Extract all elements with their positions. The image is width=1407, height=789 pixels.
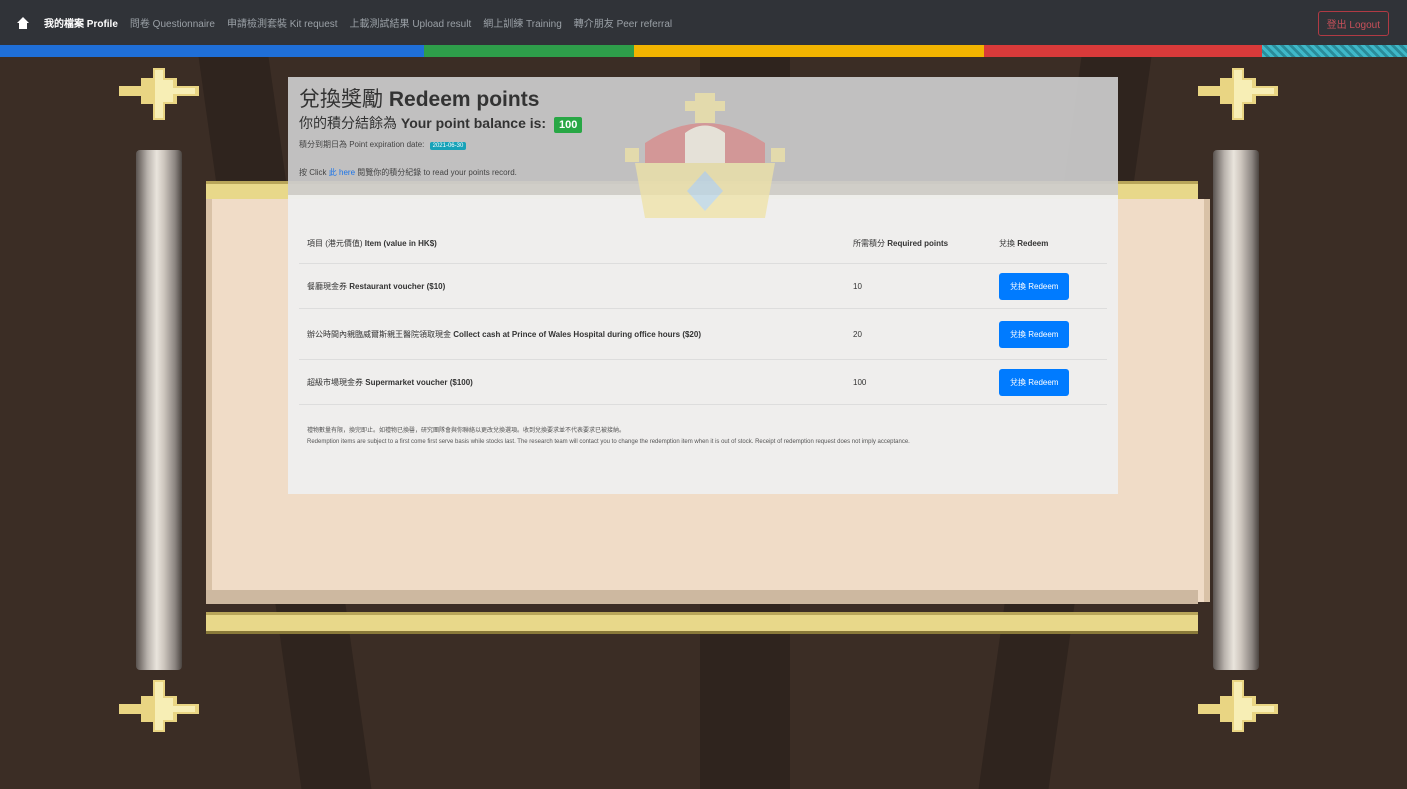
item-cell: 超級市場現金券 Supermarket voucher ($100) bbox=[299, 359, 845, 405]
redeem-table: 項目 (港元價值) Item (value in HK$) 所需積分 Requi… bbox=[299, 223, 1107, 405]
redeem-panel: 兌換獎勵 Redeem points 你的積分結餘為 Your point ba… bbox=[288, 77, 1118, 494]
redemption-notes: 禮物數量有限，換完即止。如禮物已換罄，研究團隊會與你聯絡以更改兌換選項。收到兌換… bbox=[307, 426, 1107, 448]
points-cell: 10 bbox=[845, 263, 991, 309]
points-cell: 20 bbox=[845, 308, 991, 360]
stripe-red bbox=[984, 45, 1262, 57]
header-points-en: Required points bbox=[887, 238, 949, 248]
table-row: 餐廳現金券 Restaurant voucher ($10) 10 兌換 Red… bbox=[299, 263, 1107, 309]
left-scroll-pillar bbox=[128, 120, 190, 700]
item-zh: 餐廳現金券 bbox=[307, 281, 347, 291]
scroll-bottom-rod bbox=[206, 612, 1198, 634]
points-record-link[interactable]: 此 here bbox=[329, 168, 355, 177]
notes-zh: 禮物數量有限，換完即止。如禮物已換罄，研究團隊會與你聯絡以更改兌換選項。收到兌換… bbox=[307, 428, 626, 434]
nav-item-peer-referral[interactable]: 轉介朋友 Peer referral bbox=[574, 15, 672, 30]
table-row: 辦公時間內親臨威爾斯親王醫院領取現金 Collect cash at Princ… bbox=[299, 308, 1107, 360]
points-record-line: 按 Click 此 here 閱覽你的積分紀錄 to read your poi… bbox=[299, 167, 517, 178]
title-zh: 兌換獎勵 bbox=[299, 88, 383, 111]
balance-label-en: Your point balance is: bbox=[400, 115, 547, 131]
table-row: 超級市場現金券 Supermarket voucher ($100) 100 兌… bbox=[299, 359, 1107, 405]
header-item-en: Item (value in HK$) bbox=[364, 238, 437, 248]
item-en: Collect cash at Prince of Wales Hospital… bbox=[453, 329, 701, 339]
table-header-row: 項目 (港元價值) Item (value in HK$) 所需積分 Requi… bbox=[299, 223, 1107, 264]
item-en: Restaurant voucher ($10) bbox=[349, 281, 446, 291]
pillar-shaft bbox=[1213, 150, 1259, 670]
header-item-zh: 項目 (港元價值) bbox=[307, 238, 363, 248]
notes-en: Redemption items are subject to a first … bbox=[307, 439, 910, 445]
nav-item-kit-request[interactable]: 申請檢測套裝 Kit request bbox=[227, 15, 338, 30]
crown-icon bbox=[625, 93, 785, 218]
header-item: 項目 (港元價值) Item (value in HK$) bbox=[299, 223, 845, 264]
redeem-cell: 兌換 Redeem bbox=[991, 263, 1107, 309]
color-stripe-bar bbox=[0, 45, 1407, 57]
expiry-label: 積分到期日為 Point expiration date: bbox=[299, 140, 425, 149]
right-bottom-cap-icon bbox=[1198, 680, 1278, 732]
nav-item-questionnaire[interactable]: 問卷 Questionnaire bbox=[130, 15, 215, 30]
item-cell: 辦公時間內親臨威爾斯親王醫院領取現金 Collect cash at Princ… bbox=[299, 308, 845, 360]
expiry-badge: 2021-06-30 bbox=[429, 142, 467, 150]
left-bottom-cap-icon bbox=[119, 680, 199, 732]
top-navbar: 我的檔案 Profile 問卷 Questionnaire 申請檢測套裝 Kit… bbox=[0, 0, 1407, 45]
right-top-cap-icon bbox=[1198, 68, 1278, 120]
nav-item-training[interactable]: 網上訓練 Training bbox=[483, 15, 562, 30]
stripe-teal bbox=[1262, 45, 1407, 57]
stripe-blue bbox=[0, 45, 424, 57]
header-redeem-en: Redeem bbox=[1017, 238, 1049, 248]
balance-badge: 100 bbox=[553, 117, 583, 133]
redeem-cell: 兌換 Redeem bbox=[991, 359, 1107, 405]
redeem-cell: 兌換 Redeem bbox=[991, 308, 1107, 360]
redeem-button[interactable]: 兌換 Redeem bbox=[999, 368, 1070, 396]
page-title: 兌換獎勵 Redeem points bbox=[299, 83, 539, 113]
stripe-yellow bbox=[634, 45, 984, 57]
header-redeem-zh: 兌換 bbox=[999, 238, 1015, 248]
scroll-paper-fold bbox=[206, 590, 1198, 604]
item-en: Supermarket voucher ($100) bbox=[365, 377, 473, 387]
home-icon[interactable] bbox=[16, 16, 30, 30]
item-zh: 超級市場現金券 bbox=[307, 377, 363, 387]
title-en: Redeem points bbox=[388, 88, 540, 111]
stripe-green bbox=[424, 45, 634, 57]
right-scroll-pillar bbox=[1205, 120, 1267, 700]
logout-button[interactable]: 登出 Logout bbox=[1317, 11, 1389, 36]
redeem-button[interactable]: 兌換 Redeem bbox=[999, 320, 1070, 348]
pillar-shaft bbox=[136, 150, 182, 670]
record-suffix: 閱覽你的積分紀錄 to read your points record. bbox=[357, 168, 517, 177]
left-top-cap-icon bbox=[119, 68, 199, 120]
header-points-zh: 所需積分 bbox=[853, 238, 885, 248]
header-points: 所需積分 Required points bbox=[845, 223, 991, 264]
item-zh: 辦公時間內親臨威爾斯親王醫院領取現金 bbox=[307, 329, 451, 339]
point-balance: 你的積分結餘為 Your point balance is: 100 bbox=[299, 113, 583, 133]
item-cell: 餐廳現金券 Restaurant voucher ($10) bbox=[299, 263, 845, 309]
header-redeem: 兌換 Redeem bbox=[991, 223, 1107, 264]
nav-item-upload-result[interactable]: 上載測試結果 Upload result bbox=[350, 15, 472, 30]
record-prefix: 按 Click bbox=[299, 168, 327, 177]
redeem-button[interactable]: 兌換 Redeem bbox=[999, 272, 1070, 300]
points-cell: 100 bbox=[845, 359, 991, 405]
nav-menu: 我的檔案 Profile 問卷 Questionnaire 申請檢測套裝 Kit… bbox=[44, 15, 684, 30]
balance-label-zh: 你的積分結餘為 bbox=[299, 115, 397, 131]
point-expiration: 積分到期日為 Point expiration date: 2021-06-30 bbox=[299, 139, 467, 150]
nav-item-profile[interactable]: 我的檔案 Profile bbox=[44, 15, 118, 30]
